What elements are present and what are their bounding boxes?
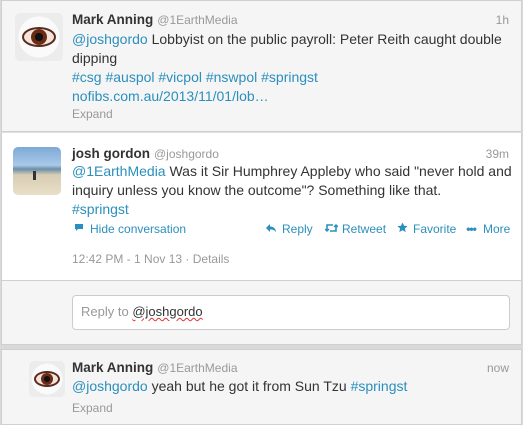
tweet-text: @1EarthMedia Was it Sir Humphrey Appleby… (72, 163, 512, 217)
hashtag-link[interactable]: #springst (351, 378, 408, 394)
ellipsis-icon: ••• (466, 222, 477, 236)
author-handle[interactable]: @joshgordo (154, 147, 219, 161)
more-button[interactable]: ••• More (463, 222, 510, 236)
speech-bubble-icon (72, 222, 86, 236)
hashtag-links[interactable]: #csg #auspol #vicpol #nswpol #springst (72, 69, 318, 85)
tweet-time[interactable]: 1h (496, 13, 509, 27)
reply-arrow-icon (264, 222, 278, 236)
avatar[interactable] (13, 147, 61, 195)
author-name[interactable]: josh gordon @joshgordo (72, 146, 219, 161)
hashtag-link[interactable]: #springst (72, 201, 129, 217)
favorite-button[interactable]: Favorite (395, 222, 456, 236)
author-name[interactable]: Mark Anning @1EarthMedia (72, 360, 238, 375)
retweet-icon (324, 222, 338, 236)
star-icon (395, 222, 409, 236)
tweet-time[interactable]: 39m (486, 147, 509, 161)
details-link[interactable]: Details (193, 252, 230, 266)
avatar[interactable] (15, 13, 63, 61)
reply-mention: @joshgordo (132, 304, 203, 319)
hide-conversation-button[interactable]: Hide conversation (72, 222, 186, 236)
expand-link[interactable]: Expand (72, 401, 113, 415)
tweet-text: @joshgordo yeah but he got it from Sun T… (72, 378, 408, 394)
tweet-time[interactable]: now (487, 361, 509, 375)
reply-button[interactable]: Reply (264, 222, 313, 236)
mention-link[interactable]: @joshgordo (72, 31, 148, 47)
mention-link[interactable]: @1EarthMedia (72, 163, 166, 179)
author-handle[interactable]: @1EarthMedia (157, 361, 237, 375)
reply-input[interactable]: Reply to @joshgordo (72, 295, 510, 330)
tweet-timestamp-line: 12:42 PM - 1 Nov 13 · Details (72, 252, 230, 266)
author-handle[interactable]: @1EarthMedia (157, 13, 237, 27)
tweet-text: @joshgordo Lobbyist on the public payrol… (72, 31, 502, 104)
avatar[interactable] (29, 361, 65, 397)
tweet-mark-anning-2[interactable]: Mark Anning @1EarthMedia now @joshgordo y… (1, 349, 522, 425)
expand-link[interactable]: Expand (72, 107, 113, 121)
tweet-mark-anning-1[interactable]: Mark Anning @1EarthMedia 1h @joshgordo Lo… (1, 0, 522, 132)
eye-icon (22, 27, 56, 47)
retweet-button[interactable]: Retweet (324, 222, 386, 236)
url-link[interactable]: nofibs.com.au/2013/11/01/lob… (72, 88, 269, 104)
mention-link[interactable]: @joshgordo (72, 378, 148, 394)
tweet-timestamp[interactable]: 12:42 PM - 1 Nov 13 (72, 252, 182, 266)
tweet-josh-gordon[interactable]: josh gordon @joshgordo 39m @1EarthMedia W… (1, 132, 522, 281)
eye-icon (34, 371, 60, 387)
author-name[interactable]: Mark Anning @1EarthMedia (72, 12, 238, 27)
reply-box: Reply to @joshgordo (1, 281, 522, 345)
